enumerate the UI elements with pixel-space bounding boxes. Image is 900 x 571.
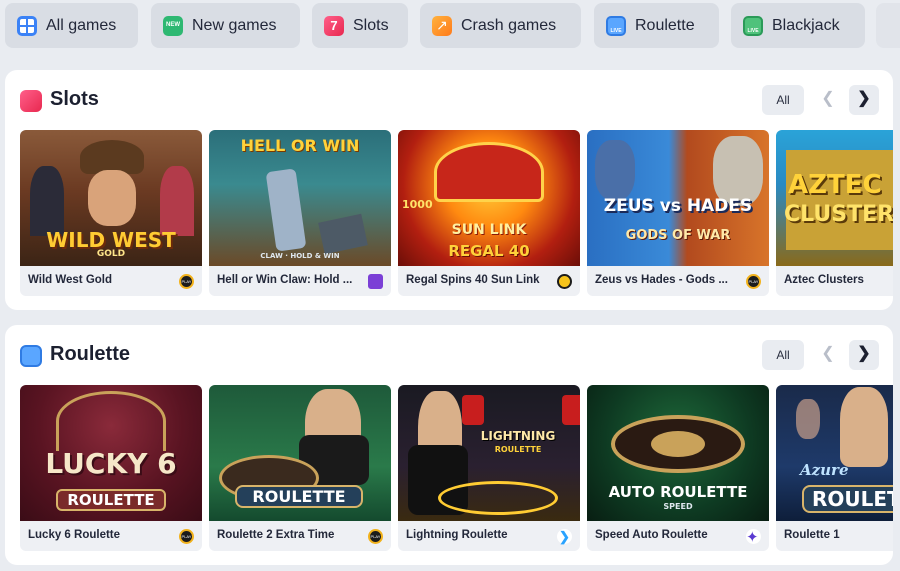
game-name: Roulette 1 bbox=[784, 529, 840, 541]
game-art-title: SUN LINK bbox=[451, 222, 527, 238]
category-slots[interactable]: Slots bbox=[312, 3, 408, 48]
game-thumbnail: WILD WEST GOLD bbox=[20, 130, 202, 266]
game-thumbnail: LIGHTNING ROULETTE bbox=[398, 385, 580, 521]
new-badge-icon bbox=[163, 15, 183, 36]
game-art-subtitle: CLAW · HOLD & WIN bbox=[260, 252, 340, 260]
yellow-provider-icon bbox=[557, 274, 572, 289]
game-name: Regal Spins 40 Sun Link bbox=[406, 274, 540, 286]
game-card[interactable]: AZTEC CLUSTERS Aztec Clusters bbox=[776, 130, 893, 296]
section-title: Roulette bbox=[50, 343, 130, 365]
category-blackjack[interactable]: Blackjack bbox=[731, 3, 865, 48]
game-thumbnail: AUTO ROULETTE SPEED bbox=[587, 385, 769, 521]
category-new-games[interactable]: New games bbox=[151, 3, 300, 48]
game-thumbnail: AZTEC CLUSTERS bbox=[776, 130, 893, 266]
game-art-subtitle: REGAL 40 bbox=[448, 242, 530, 260]
game-art-subtitle: GOLD bbox=[96, 249, 126, 259]
category-crash-games[interactable]: Crash games bbox=[420, 3, 581, 48]
slot-machine-icon bbox=[20, 90, 42, 112]
view-all-button[interactable]: All bbox=[762, 340, 804, 370]
game-card[interactable]: ZEUS vs HADES GODS OF WAR Zeus vs Hades … bbox=[587, 130, 769, 296]
game-art-title: ROULETTE bbox=[235, 485, 363, 508]
game-name: Hell or Win Claw: Hold ... bbox=[217, 274, 353, 286]
game-art-subtitle: GODS OF WAR bbox=[625, 228, 731, 243]
game-art-subtitle: SPEED bbox=[663, 502, 693, 511]
game-art-title: LIGHTNING bbox=[480, 429, 556, 443]
category-label: Crash games bbox=[461, 16, 557, 34]
game-card[interactable]: 1000 SUN LINK REGAL 40 Regal Spins 40 Su… bbox=[398, 130, 580, 296]
section-header: Slots All ❮ ❯ bbox=[5, 70, 893, 130]
game-name: Wild West Gold bbox=[28, 274, 113, 286]
game-card[interactable]: HELL OR WIN CLAW · HOLD & WIN Hell or Wi… bbox=[209, 130, 391, 296]
section-title: Slots bbox=[50, 88, 99, 110]
game-card[interactable]: ROULETTE Roulette 2 Extra Time bbox=[209, 385, 391, 551]
category-roulette[interactable]: Roulette bbox=[594, 3, 719, 48]
game-card[interactable]: WILD WEST GOLD Wild West Gold bbox=[20, 130, 202, 296]
game-card[interactable]: Azure ROULETTE Roulette 1 bbox=[776, 385, 893, 551]
category-label: Blackjack bbox=[772, 16, 840, 34]
game-art-title: ZEUS vs HADES bbox=[603, 196, 753, 216]
slot-machine-icon bbox=[324, 15, 344, 36]
pragmatic-play-icon bbox=[746, 274, 761, 289]
game-name: Speed Auto Roulette bbox=[595, 529, 708, 541]
game-card[interactable]: AUTO ROULETTE SPEED Speed Auto Roulette bbox=[587, 385, 769, 551]
game-art-title: LUCKY 6 bbox=[45, 447, 177, 480]
category-label: Slots bbox=[353, 16, 389, 34]
live-blackjack-icon bbox=[743, 15, 763, 36]
game-name: Zeus vs Hades - Gods ... bbox=[595, 274, 728, 286]
game-art-subtitle: ROULETTE bbox=[56, 489, 166, 511]
grid-icon bbox=[17, 15, 37, 36]
game-name: Aztec Clusters bbox=[784, 274, 864, 286]
pragmatic-play-icon bbox=[368, 529, 383, 544]
purple-crown-provider-icon bbox=[368, 274, 383, 289]
category-bar: All games New games Slots Crash games Ro… bbox=[0, 0, 900, 56]
view-all-button[interactable]: All bbox=[762, 85, 804, 115]
game-thumbnail: 1000 SUN LINK REGAL 40 bbox=[398, 130, 580, 266]
next-arrow-icon[interactable]: ❯ bbox=[849, 85, 879, 115]
game-name: Lucky 6 Roulette bbox=[28, 529, 121, 541]
category-label: Roulette bbox=[635, 16, 695, 34]
live-roulette-icon bbox=[606, 15, 626, 36]
game-thumbnail: ZEUS vs HADES GODS OF WAR bbox=[587, 130, 769, 266]
game-card[interactable]: LUCKY 6 ROULETTE Lucky 6 Roulette bbox=[20, 385, 202, 551]
game-thumbnail: LUCKY 6 ROULETTE bbox=[20, 385, 202, 521]
game-name: Roulette 2 Extra Time bbox=[217, 529, 335, 541]
game-thumbnail: ROULETTE bbox=[209, 385, 391, 521]
evolution-chevron-icon bbox=[557, 529, 572, 545]
next-arrow-icon[interactable]: ❯ bbox=[849, 340, 879, 370]
game-art-number: 1000 bbox=[402, 198, 433, 211]
game-thumbnail: Azure ROULETTE bbox=[776, 385, 893, 521]
game-art-title: AUTO ROULETTE bbox=[608, 483, 748, 501]
section-header: Roulette All ❮ ❯ bbox=[5, 325, 893, 385]
game-art-subtitle: CLUSTERS bbox=[784, 202, 893, 227]
game-art-subtitle: ROULETTE bbox=[494, 445, 542, 454]
previous-arrow-icon[interactable]: ❮ bbox=[813, 340, 843, 370]
pragmatic-play-icon bbox=[179, 529, 194, 544]
category-label: New games bbox=[192, 16, 277, 34]
category-overflow-hint bbox=[876, 3, 900, 48]
category-all-games[interactable]: All games bbox=[5, 3, 138, 48]
four-petal-provider-icon bbox=[746, 528, 761, 546]
games-row: LUCKY 6 ROULETTE Lucky 6 Roulette ROULET… bbox=[20, 385, 893, 551]
live-roulette-icon bbox=[20, 345, 42, 367]
previous-arrow-icon[interactable]: ❮ bbox=[813, 85, 843, 115]
rocket-icon bbox=[432, 15, 452, 36]
pragmatic-play-icon bbox=[179, 274, 194, 289]
roulette-section: Roulette All ❮ ❯ LUCKY 6 ROULETTE Lucky … bbox=[5, 325, 893, 565]
game-art-subtitle: ROULETTE bbox=[802, 485, 893, 513]
game-card[interactable]: LIGHTNING ROULETTE Lightning Roulette bbox=[398, 385, 580, 551]
category-label: All games bbox=[46, 16, 117, 34]
game-name: Lightning Roulette bbox=[406, 529, 508, 541]
games-row: WILD WEST GOLD Wild West Gold HELL OR WI… bbox=[20, 130, 893, 296]
game-art-title: HELL OR WIN bbox=[240, 136, 360, 155]
slots-section: Slots All ❮ ❯ WILD WEST GOLD Wild West G… bbox=[5, 70, 893, 310]
game-art-title: Azure bbox=[800, 461, 849, 479]
game-art-title: AZTEC bbox=[788, 170, 882, 200]
game-thumbnail: HELL OR WIN CLAW · HOLD & WIN bbox=[209, 130, 391, 266]
